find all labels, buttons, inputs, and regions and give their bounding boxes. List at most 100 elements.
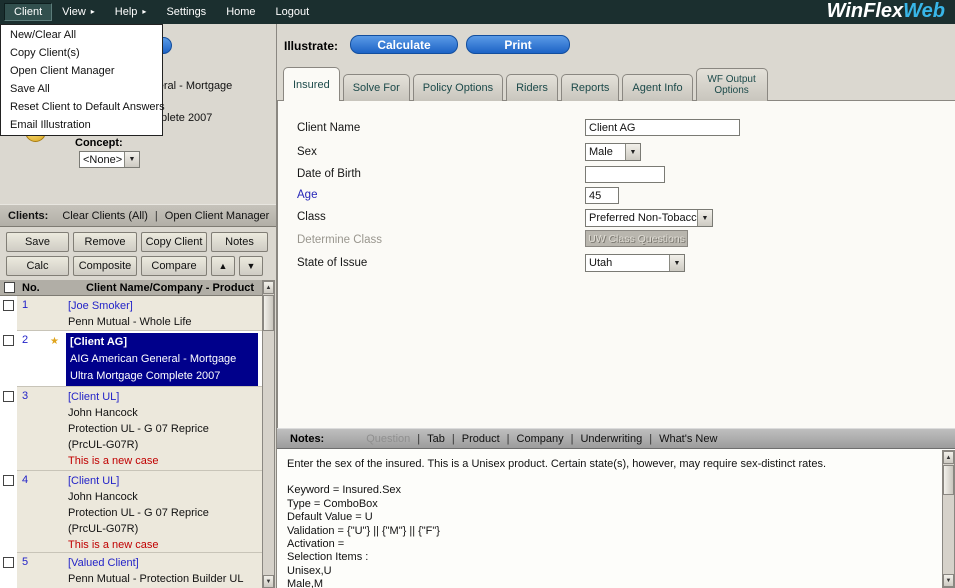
row-checkbox[interactable] — [3, 335, 14, 346]
row-checkbox[interactable] — [3, 391, 14, 402]
row-checkbox[interactable] — [3, 300, 14, 311]
row-checkbox[interactable] — [3, 557, 14, 568]
menu-item-view[interactable]: View ▸ — [52, 3, 105, 21]
tab-riders[interactable]: Riders — [506, 74, 558, 101]
client-name: [Client UL] — [68, 475, 120, 487]
state-of-issue-select[interactable]: Utah ▼ — [585, 254, 685, 272]
notes-link-product[interactable]: Product — [462, 433, 500, 445]
class-select[interactable]: Preferred Non-Tobacco ▼ — [585, 209, 713, 227]
client-list-scrollbar[interactable]: ▲ ▼ — [262, 280, 275, 588]
tab-solve-for[interactable]: Solve For — [342, 74, 410, 101]
menu-item-client[interactable]: Client — [4, 3, 53, 21]
state-of-issue-label: State of Issue — [297, 257, 368, 269]
menu-item-view-label: View — [62, 6, 86, 18]
dropdown-item-copy-clients[interactable]: Copy Client(s) — [1, 44, 162, 62]
client-row-5[interactable]: 5 [Valued Client] Penn Mutual - Protecti… — [0, 553, 262, 588]
age-field[interactable] — [585, 187, 619, 204]
dropdown-item-reset-client[interactable]: Reset Client to Default Answers — [1, 98, 165, 116]
notes-title: Notes: — [290, 432, 325, 445]
calc-button[interactable]: Calc — [6, 256, 69, 276]
note-line: Selection Items : — [287, 551, 369, 564]
client-company: John Hancock — [68, 491, 138, 503]
submenu-arrow-icon: ▸ — [142, 7, 147, 16]
notes-link-company[interactable]: Company — [517, 433, 564, 445]
client-list-header: No. Client Name/Company - Product — [0, 280, 262, 296]
chevron-down-icon: ▼ — [669, 255, 684, 271]
scroll-thumb[interactable] — [263, 295, 274, 331]
row-checkbox[interactable] — [3, 475, 14, 486]
move-down-button[interactable]: ▼ — [239, 256, 263, 276]
scroll-thumb[interactable] — [943, 465, 954, 495]
client-name-label: Client Name — [297, 122, 361, 134]
state-select-value: Utah — [589, 257, 613, 269]
compare-button[interactable]: Compare — [141, 256, 207, 276]
dropdown-item-open-client-manager[interactable]: Open Client Manager — [1, 62, 162, 80]
up-arrow-icon: ▲ — [218, 261, 228, 271]
notes-button[interactable]: Notes — [211, 232, 268, 252]
scroll-down-button[interactable]: ▼ — [263, 575, 274, 588]
menubar: Client View ▸ Help ▸ Settings Home Logou… — [0, 0, 955, 24]
tab-agent-info[interactable]: Agent Info — [622, 74, 693, 101]
row-number: 3 — [22, 390, 29, 402]
menu-item-logout[interactable]: Logout — [266, 3, 320, 21]
client-company: AIG American General - Mortgage — [70, 353, 237, 365]
scroll-up-button[interactable]: ▲ — [943, 451, 954, 464]
tab-reports[interactable]: Reports — [560, 74, 620, 101]
notes-scrollbar[interactable]: ▲ ▼ — [942, 450, 955, 588]
notes-filter-links: Question | Tab | Product | Company | Und… — [366, 433, 717, 445]
client-row-1[interactable]: 1 [Joe Smoker] Penn Mutual - Whole Life — [0, 296, 262, 331]
dropdown-item-save-all[interactable]: Save All — [1, 80, 162, 98]
notes-link-question: Question — [366, 432, 411, 445]
client-list: 1 [Joe Smoker] Penn Mutual - Whole Life … — [0, 296, 262, 588]
tab-bar: Insured Solve For Policy Options Riders … — [283, 67, 768, 101]
menu-item-help[interactable]: Help ▸ — [105, 3, 157, 21]
client-company: John Hancock — [68, 407, 138, 419]
client-note: This is a new case — [68, 539, 159, 551]
calculate-button[interactable]: Calculate — [350, 35, 458, 54]
tab-insured[interactable]: Insured — [283, 67, 340, 101]
dropdown-item-email-illustration[interactable]: Email Illustration — [1, 116, 162, 134]
client-row-2-selected[interactable]: 2 ★ [Client AG] AIG American General - M… — [0, 331, 262, 387]
scroll-up-button[interactable]: ▲ — [263, 281, 274, 294]
down-arrow-icon: ▼ — [265, 578, 272, 585]
menu-item-settings[interactable]: Settings — [156, 3, 216, 21]
print-button[interactable]: Print — [466, 35, 570, 54]
tab-wf-output-options[interactable]: WF Output Options — [695, 68, 768, 101]
separator: | — [154, 209, 158, 222]
save-button[interactable]: Save — [6, 232, 69, 252]
concept-label: Concept: — [75, 137, 123, 149]
header-no: No. — [22, 282, 40, 294]
notes-link-tab[interactable]: Tab — [427, 433, 445, 445]
menu-item-home[interactable]: Home — [216, 3, 265, 21]
dropdown-item-new-clear-all[interactable]: New/Clear All — [1, 26, 162, 44]
scroll-down-button[interactable]: ▼ — [943, 574, 954, 587]
client-row-3[interactable]: 3 [Client UL] John Hancock Protection UL… — [0, 387, 262, 471]
remove-button[interactable]: Remove — [73, 232, 137, 252]
client-name: [Joe Smoker] — [68, 300, 133, 312]
select-all-checkbox[interactable] — [4, 282, 15, 293]
note-line: Unisex,U — [287, 564, 332, 577]
notes-content: Enter the sex of the insured. This is a … — [277, 449, 955, 588]
selected-client-block: [Client AG] AIG American General - Mortg… — [66, 333, 258, 386]
row-text: [Client UL] John Hancock Protection UL -… — [68, 389, 209, 469]
copy-client-button[interactable]: Copy Client — [141, 232, 207, 252]
client-name: [Client UL] — [68, 391, 120, 403]
clear-clients-link[interactable]: Clear Clients (All) — [62, 210, 148, 222]
determine-class-label: Determine Class — [297, 234, 382, 246]
open-client-manager-link[interactable]: Open Client Manager — [165, 210, 270, 222]
row-text: [Valued Client] Penn Mutual - Protection… — [68, 555, 243, 587]
note-line: Default Value = U — [287, 511, 373, 524]
client-row-4[interactable]: 4 [Client UL] John Hancock Protection UL… — [0, 471, 262, 553]
winflex-app: Client View ▸ Help ▸ Settings Home Logou… — [0, 0, 955, 588]
illustrate-label: Illustrate: — [284, 39, 339, 53]
client-name-field[interactable] — [585, 119, 740, 136]
notes-link-underwriting[interactable]: Underwriting — [580, 433, 642, 445]
move-up-button[interactable]: ▲ — [211, 256, 235, 276]
concept-select[interactable]: <None> ▼ — [79, 151, 140, 168]
winflex-web-logo: WinFlexWeb — [827, 0, 945, 23]
notes-link-whats-new[interactable]: What's New — [659, 433, 717, 445]
tab-policy-options[interactable]: Policy Options — [412, 74, 504, 101]
date-of-birth-field[interactable] — [585, 166, 665, 183]
composite-button[interactable]: Composite — [73, 256, 137, 276]
sex-select[interactable]: Male ▼ — [585, 143, 641, 161]
